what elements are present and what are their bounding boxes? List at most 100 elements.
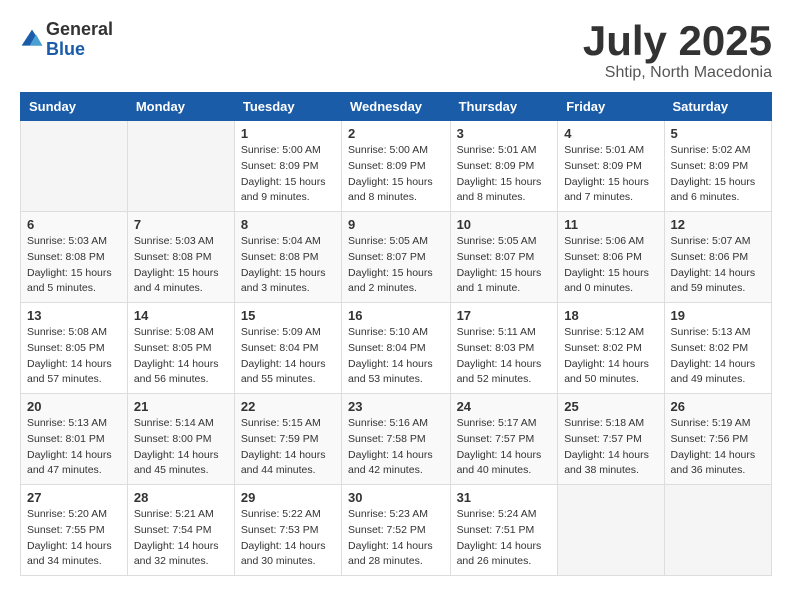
day-info: Sunrise: 5:01 AMSunset: 8:09 PMDaylight:… (564, 143, 657, 206)
day-number: 5 (671, 126, 765, 141)
week-row-5: 27Sunrise: 5:20 AMSunset: 7:55 PMDayligh… (21, 485, 772, 576)
calendar-cell: 21Sunrise: 5:14 AMSunset: 8:00 PMDayligh… (127, 394, 234, 485)
calendar-cell: 4 Sunrise: 5:01 AMSunset: 8:09 PMDaylight… (558, 121, 664, 212)
day-info: Sunrise: 5:22 AMSunset: 7:53 PMDaylight:… (241, 507, 335, 570)
header-row: SundayMondayTuesdayWednesdayThursdayFrid… (21, 93, 772, 121)
day-header-thursday: Thursday (450, 93, 558, 121)
day-number: 12 (671, 217, 765, 232)
day-header-saturday: Saturday (664, 93, 771, 121)
week-row-4: 20Sunrise: 5:13 AMSunset: 8:01 PMDayligh… (21, 394, 772, 485)
day-info: Sunrise: 5:08 AMSunset: 8:05 PMDaylight:… (134, 325, 228, 388)
logo-text: General Blue (46, 20, 113, 60)
day-info: Sunrise: 5:23 AMSunset: 7:52 PMDaylight:… (348, 507, 444, 570)
calendar-cell: 7Sunrise: 5:03 AMSunset: 8:08 PMDaylight… (127, 212, 234, 303)
calendar-cell (21, 121, 128, 212)
day-info: Sunrise: 5:08 AMSunset: 8:05 PMDaylight:… (27, 325, 121, 388)
logo-blue: Blue (46, 40, 113, 60)
calendar-cell: 25Sunrise: 5:18 AMSunset: 7:57 PMDayligh… (558, 394, 664, 485)
day-info: Sunrise: 5:05 AMSunset: 8:07 PMDaylight:… (348, 234, 444, 297)
day-info: Sunrise: 5:09 AMSunset: 8:04 PMDaylight:… (241, 325, 335, 388)
day-info: Sunrise: 5:16 AMSunset: 7:58 PMDaylight:… (348, 416, 444, 479)
day-number: 4 (564, 126, 657, 141)
day-info: Sunrise: 5:17 AMSunset: 7:57 PMDaylight:… (457, 416, 552, 479)
day-info: Sunrise: 5:04 AMSunset: 8:08 PMDaylight:… (241, 234, 335, 297)
day-number: 22 (241, 399, 335, 414)
calendar-cell: 22 Sunrise: 5:15 AMSunset: 7:59 PMDayligh… (234, 394, 341, 485)
calendar-cell: 8 Sunrise: 5:04 AMSunset: 8:08 PMDaylight… (234, 212, 341, 303)
day-info: Sunrise: 5:15 AMSunset: 7:59 PMDaylight:… (241, 416, 335, 479)
logo: General Blue (20, 20, 113, 60)
day-number: 14 (134, 308, 228, 323)
day-number: 30 (348, 490, 444, 505)
day-info: Sunrise: 5:00 AMSunset: 8:09 PMDaylight:… (241, 143, 335, 206)
calendar-cell: 14 Sunrise: 5:08 AMSunset: 8:05 PMDayligh… (127, 303, 234, 394)
day-number: 9 (348, 217, 444, 232)
day-info: Sunrise: 5:13 AMSunset: 8:02 PMDaylight:… (671, 325, 765, 388)
calendar-cell: 1Sunrise: 5:00 AMSunset: 8:09 PMDaylight… (234, 121, 341, 212)
calendar-cell: 28 Sunrise: 5:21 AMSunset: 7:54 PMDayligh… (127, 485, 234, 576)
day-info: Sunrise: 5:02 AMSunset: 8:09 PMDaylight:… (671, 143, 765, 206)
calendar-cell: 10Sunrise: 5:05 AMSunset: 8:07 PMDayligh… (450, 212, 558, 303)
day-info: Sunrise: 5:10 AMSunset: 8:04 PMDaylight:… (348, 325, 444, 388)
location: Shtip, North Macedonia (583, 64, 772, 82)
day-info: Sunrise: 5:14 AMSunset: 8:00 PMDaylight:… (134, 416, 228, 479)
day-info: Sunrise: 5:06 AMSunset: 8:06 PMDaylight:… (564, 234, 657, 297)
day-number: 23 (348, 399, 444, 414)
day-number: 17 (457, 308, 552, 323)
day-number: 11 (564, 217, 657, 232)
day-info: Sunrise: 5:03 AMSunset: 8:08 PMDaylight:… (27, 234, 121, 297)
calendar-cell: 30 Sunrise: 5:23 AMSunset: 7:52 PMDayligh… (342, 485, 451, 576)
day-info: Sunrise: 5:21 AMSunset: 7:54 PMDaylight:… (134, 507, 228, 570)
week-row-3: 13 Sunrise: 5:08 AMSunset: 8:05 PMDayligh… (21, 303, 772, 394)
day-header-sunday: Sunday (21, 93, 128, 121)
calendar-cell: 12 Sunrise: 5:07 AMSunset: 8:06 PMDayligh… (664, 212, 771, 303)
title-section: July 2025 Shtip, North Macedonia (583, 20, 772, 82)
day-info: Sunrise: 5:24 AMSunset: 7:51 PMDaylight:… (457, 507, 552, 570)
calendar-cell: 20Sunrise: 5:13 AMSunset: 8:01 PMDayligh… (21, 394, 128, 485)
calendar-cell: 29Sunrise: 5:22 AMSunset: 7:53 PMDayligh… (234, 485, 341, 576)
calendar-cell: 24 Sunrise: 5:17 AMSunset: 7:57 PMDayligh… (450, 394, 558, 485)
calendar-cell (127, 121, 234, 212)
calendar-cell: 3 Sunrise: 5:01 AMSunset: 8:09 PMDaylight… (450, 121, 558, 212)
day-header-monday: Monday (127, 93, 234, 121)
calendar-cell: 13 Sunrise: 5:08 AMSunset: 8:05 PMDayligh… (21, 303, 128, 394)
calendar-cell (558, 485, 664, 576)
day-info: Sunrise: 5:13 AMSunset: 8:01 PMDaylight:… (27, 416, 121, 479)
calendar-cell: 9 Sunrise: 5:05 AMSunset: 8:07 PMDaylight… (342, 212, 451, 303)
day-info: Sunrise: 5:00 AMSunset: 8:09 PMDaylight:… (348, 143, 444, 206)
day-number: 6 (27, 217, 121, 232)
day-info: Sunrise: 5:19 AMSunset: 7:56 PMDaylight:… (671, 416, 765, 479)
calendar-cell: 18Sunrise: 5:12 AMSunset: 8:02 PMDayligh… (558, 303, 664, 394)
day-number: 15 (241, 308, 335, 323)
calendar-cell: 2 Sunrise: 5:00 AMSunset: 8:09 PMDaylight… (342, 121, 451, 212)
calendar-cell (664, 485, 771, 576)
day-number: 31 (457, 490, 552, 505)
calendar-cell: 11 Sunrise: 5:06 AMSunset: 8:06 PMDayligh… (558, 212, 664, 303)
week-row-2: 6 Sunrise: 5:03 AMSunset: 8:08 PMDaylight… (21, 212, 772, 303)
calendar-cell: 17Sunrise: 5:11 AMSunset: 8:03 PMDayligh… (450, 303, 558, 394)
day-number: 16 (348, 308, 444, 323)
calendar-cell: 16 Sunrise: 5:10 AMSunset: 8:04 PMDayligh… (342, 303, 451, 394)
day-number: 8 (241, 217, 335, 232)
calendar-cell: 23 Sunrise: 5:16 AMSunset: 7:58 PMDayligh… (342, 394, 451, 485)
calendar-cell: 31 Sunrise: 5:24 AMSunset: 7:51 PMDayligh… (450, 485, 558, 576)
day-header-tuesday: Tuesday (234, 93, 341, 121)
day-info: Sunrise: 5:18 AMSunset: 7:57 PMDaylight:… (564, 416, 657, 479)
day-info: Sunrise: 5:01 AMSunset: 8:09 PMDaylight:… (457, 143, 552, 206)
calendar-cell: 19 Sunrise: 5:13 AMSunset: 8:02 PMDayligh… (664, 303, 771, 394)
day-number: 2 (348, 126, 444, 141)
day-number: 19 (671, 308, 765, 323)
day-number: 24 (457, 399, 552, 414)
day-header-wednesday: Wednesday (342, 93, 451, 121)
calendar-header: SundayMondayTuesdayWednesdayThursdayFrid… (21, 93, 772, 121)
day-number: 3 (457, 126, 552, 141)
logo-icon (20, 28, 44, 52)
calendar: SundayMondayTuesdayWednesdayThursdayFrid… (20, 92, 772, 576)
calendar-body: 1Sunrise: 5:00 AMSunset: 8:09 PMDaylight… (21, 121, 772, 576)
month-title: July 2025 (583, 20, 772, 62)
calendar-cell: 6 Sunrise: 5:03 AMSunset: 8:08 PMDaylight… (21, 212, 128, 303)
day-number: 13 (27, 308, 121, 323)
day-info: Sunrise: 5:07 AMSunset: 8:06 PMDaylight:… (671, 234, 765, 297)
day-number: 28 (134, 490, 228, 505)
day-info: Sunrise: 5:05 AMSunset: 8:07 PMDaylight:… (457, 234, 552, 297)
